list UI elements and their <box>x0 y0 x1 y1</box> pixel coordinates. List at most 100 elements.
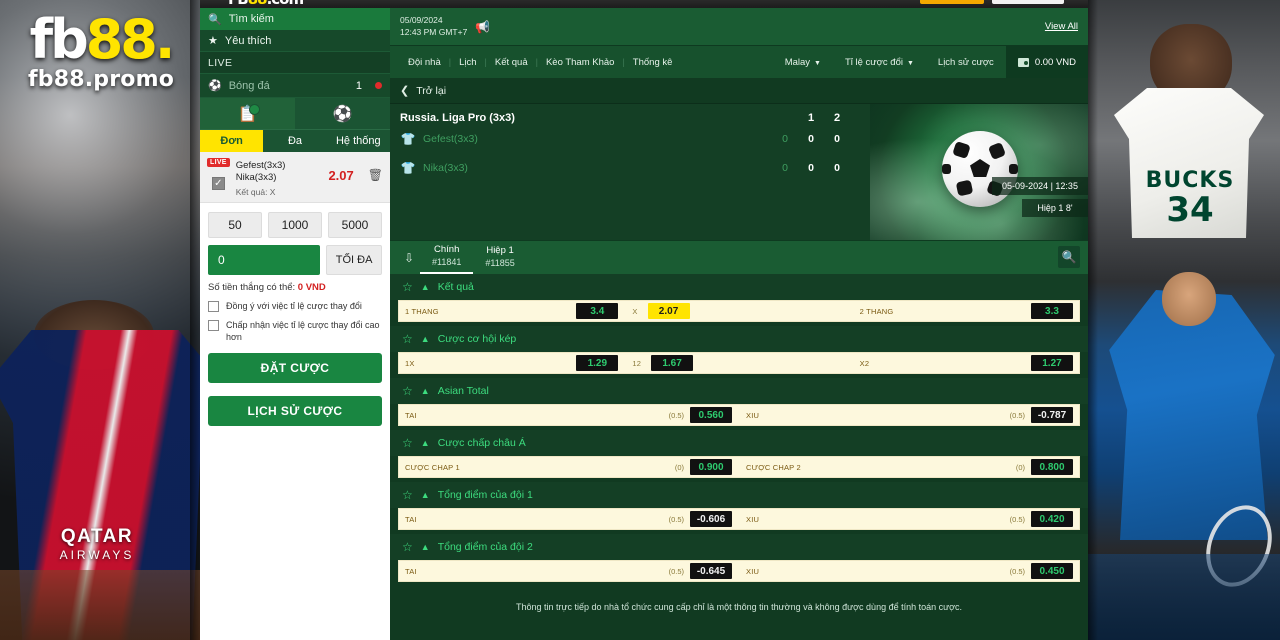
stake-max-button[interactable]: TỐI ĐA <box>326 244 382 275</box>
header-register-button[interactable] <box>920 0 984 4</box>
odds-button[interactable]: 3.3 <box>1030 303 1073 319</box>
odds-button[interactable]: -0.645 <box>690 563 732 579</box>
stake-chip-1000[interactable]: 1000 <box>268 211 322 238</box>
odds-button[interactable]: 1.27 <box>1030 355 1073 371</box>
tab-multi[interactable]: Đa <box>263 130 326 152</box>
chevron-up-icon[interactable]: ▲ <box>421 438 430 448</box>
selection-checkbox[interactable]: ✓ <box>211 177 225 190</box>
chevron-up-icon[interactable]: ▲ <box>421 282 430 292</box>
betslip-tab-icon[interactable]: 📋 <box>200 98 295 129</box>
star-outline-icon[interactable]: ☆ <box>402 488 413 502</box>
market-title: Tổng điểm của đội 1 <box>437 489 533 501</box>
bet-history-button[interactable]: LỊCH SỬ CƯỢC <box>208 396 382 427</box>
stake-chip-50[interactable]: 50 <box>208 211 262 238</box>
odds-cell[interactable]: TAI (0.5) -0.606 <box>405 511 732 527</box>
market-search-button[interactable]: 🔍 <box>1058 246 1080 268</box>
odds-button[interactable]: 0.560 <box>690 407 732 423</box>
tab-single[interactable]: Đơn <box>200 130 264 152</box>
star-outline-icon[interactable]: ☆ <box>402 332 413 346</box>
accept-higher-odds-row[interactable]: Chấp nhận việc tỉ lệ cược thay đổi cao h… <box>200 312 390 343</box>
betslip-selection-row[interactable]: LIVE ✓ Gefest(3x3) Nika(3x3) Kết quả: X … <box>200 152 390 203</box>
odds-button[interactable]: 0.420 <box>1031 511 1073 527</box>
jersey-sponsor-text: QATAR AIRWAYS <box>22 526 172 562</box>
accept-higher-odds-checkbox[interactable] <box>208 319 219 331</box>
odds-button[interactable]: 1.67 <box>651 355 694 371</box>
odds-button[interactable]: -0.606 <box>690 511 732 527</box>
nav-link-home-team[interactable]: Đội nhà <box>400 57 449 68</box>
odds-cell[interactable]: CƯỢC CHAP 1 (0) 0.900 <box>405 459 732 475</box>
odds-button[interactable]: 0.900 <box>690 459 732 475</box>
odds-button[interactable]: 0.800 <box>1031 459 1073 475</box>
soccer-ball-icon: ⚽ <box>208 80 222 92</box>
market-header[interactable]: ☆ ▲ Tổng điểm của đội 2 <box>390 534 1088 560</box>
sidebar-item-favorites[interactable]: ★ Yêu thích <box>200 30 390 52</box>
sidebar-item-football[interactable]: ⚽ Bóng đá 1 <box>200 74 390 98</box>
right-promo-banner[interactable]: BUCKS 34 <box>1088 0 1280 640</box>
odds-cell[interactable]: XIU (0.5) -0.787 <box>746 407 1073 423</box>
star-outline-icon[interactable]: ☆ <box>402 384 413 398</box>
sidebar-search[interactable]: 🔍 Tìm kiếm <box>200 8 390 30</box>
stake-input[interactable]: 0 <box>208 244 321 275</box>
balance-display[interactable]: 0.00 VND <box>1005 46 1088 78</box>
header-login-button[interactable] <box>992 0 1064 4</box>
odds-cell[interactable]: CƯỢC CHAP 2 (0) 0.800 <box>746 459 1073 475</box>
chevron-up-icon[interactable]: ▲ <box>421 386 430 396</box>
wallet-icon <box>1017 57 1029 67</box>
odds-button[interactable]: 3.4 <box>576 303 619 319</box>
accept-odds-change-row[interactable]: Đồng ý với việc tỉ lệ cược thay đổi <box>200 293 390 312</box>
odds-cell-label: 1 THANG <box>405 306 439 316</box>
nav-link-statistics[interactable]: Thống kê <box>625 57 681 68</box>
odds-cell[interactable]: TAI (0.5) 0.560 <box>405 407 732 423</box>
tab-system[interactable]: Hệ thống <box>327 130 390 152</box>
nav-link-odds-reference[interactable]: Kèo Tham Khảo <box>538 57 622 68</box>
view-all-link[interactable]: View All <box>1045 21 1078 32</box>
odds-button[interactable]: 0.450 <box>1031 563 1073 579</box>
odds-cell[interactable]: TAI (0.5) -0.645 <box>405 563 732 579</box>
market-header[interactable]: ☆ ▲ Tổng điểm của đội 1 <box>390 482 1088 508</box>
trash-icon[interactable]: 🗑 <box>368 168 383 182</box>
market-tab-half1[interactable]: Hiệp 1 #11855 <box>473 241 526 274</box>
stake-chip-5000[interactable]: 5000 <box>328 211 382 238</box>
star-outline-icon[interactable]: ☆ <box>402 280 413 294</box>
site-header-logo[interactable]: FB88.com <box>228 0 304 8</box>
sidebar-spacer <box>200 426 390 640</box>
odds-format-selector[interactable]: Malay ▼ <box>773 57 833 68</box>
left-promo-banner[interactable]: QATAR AIRWAYS fb88. fb88.promo <box>0 0 200 640</box>
market-tab-main[interactable]: Chính #11841 <box>420 241 474 274</box>
market-header[interactable]: ☆ ▲ Cược chấp châu Á <box>390 430 1088 456</box>
accept-odds-change-checkbox[interactable] <box>208 300 219 312</box>
market-header[interactable]: ☆ ▲ Cược cơ hội kép <box>390 326 1088 352</box>
nav-bet-history-link[interactable]: Lịch sử cược <box>926 57 1006 68</box>
betslip-mode-icons: 📋 ⚽ <box>200 98 390 130</box>
odds-cell[interactable]: 2 THANG 3.3 <box>860 303 1073 319</box>
odds-button-selected[interactable]: 2.07 <box>647 303 690 319</box>
chevron-down-icon: ▼ <box>814 59 821 67</box>
star-outline-icon[interactable]: ☆ <box>402 436 413 450</box>
soccer-tab-icon[interactable]: ⚽ <box>295 98 390 129</box>
odds-cell[interactable]: X2 1.27 <box>860 355 1073 371</box>
odds-button[interactable]: -0.787 <box>1031 407 1073 423</box>
odds-cell[interactable]: 1.67 12 <box>632 355 845 371</box>
fb88-logo[interactable]: fb88. fb88.promo <box>8 13 194 93</box>
nav-link-results[interactable]: Kết quả <box>487 57 536 68</box>
place-bet-button[interactable]: ĐẶT CƯỢC <box>208 353 382 384</box>
odds-cell[interactable]: 1 THANG 3.4 <box>405 303 619 319</box>
match-media-panel[interactable]: 05-09-2024 | 12:35 Hiệp 1 8' <box>870 104 1088 240</box>
market-header[interactable]: ☆ ▲ Kết quả <box>390 274 1088 300</box>
odds-cell[interactable]: 1X 1.29 <box>405 355 619 371</box>
odds-change-selector[interactable]: Tỉ lệ cược đổi ▼ <box>833 57 926 68</box>
back-bar[interactable]: ❮ Trở lại <box>390 78 1088 104</box>
market-section: ☆ ▲ Cược cơ hội kép 1X 1.29 1.67 12 X2 1… <box>390 326 1088 374</box>
double-chevron-down-icon[interactable]: ⇩ <box>398 251 420 265</box>
site-logo-88: 88 <box>248 0 268 8</box>
chevron-up-icon[interactable]: ▲ <box>421 334 430 344</box>
odds-cell[interactable]: XIU (0.5) 0.450 <box>746 563 1073 579</box>
star-outline-icon[interactable]: ☆ <box>402 540 413 554</box>
nav-link-schedule[interactable]: Lịch <box>451 57 484 68</box>
chevron-up-icon[interactable]: ▲ <box>421 490 430 500</box>
market-header[interactable]: ☆ ▲ Asian Total <box>390 378 1088 404</box>
odds-cell[interactable]: 2.07 X <box>632 303 845 319</box>
odds-button[interactable]: 1.29 <box>576 355 619 371</box>
chevron-up-icon[interactable]: ▲ <box>421 542 430 552</box>
odds-cell[interactable]: XIU (0.5) 0.420 <box>746 511 1073 527</box>
